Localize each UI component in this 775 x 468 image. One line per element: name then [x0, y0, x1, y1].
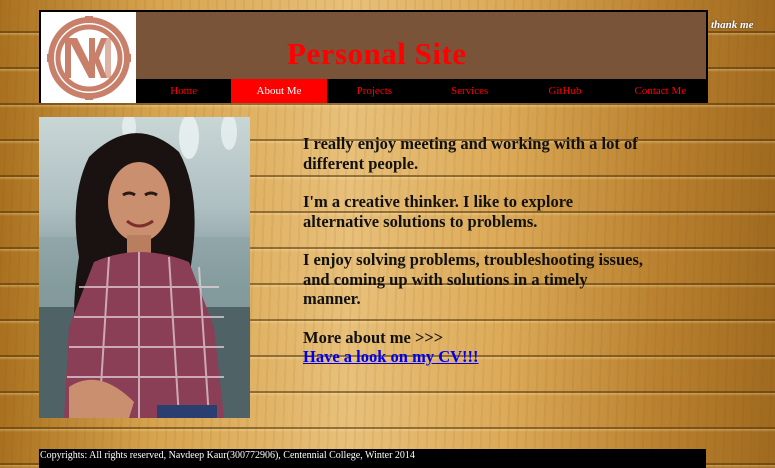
nav-services[interactable]: Services [422, 79, 517, 103]
logo-emblem-icon [46, 15, 131, 100]
about-paragraph-3: I enjoy solving problems, troubleshootin… [303, 250, 643, 308]
footer-copyright: Copyrights: All rights reserved, Navdeep… [39, 449, 706, 468]
nav-home[interactable]: Home [136, 79, 231, 103]
corner-text: thank me [711, 19, 754, 31]
nav-contact-me[interactable]: Contact Me [613, 79, 708, 103]
about-paragraph-2: I'm a creative thinker. I like to explor… [303, 192, 574, 231]
about-paragraph-1: I really enjoy meeting and working with … [303, 134, 638, 173]
cv-link[interactable]: Have a look on my CV!!! [303, 347, 479, 366]
site-title: Personal Site [287, 36, 467, 71]
about-content: I really enjoy meeting and working with … [303, 134, 643, 367]
nav-github[interactable]: GitHub [517, 79, 612, 103]
main-nav: Home About Me Projects Services GitHub C… [136, 79, 708, 103]
profile-photo [39, 117, 250, 418]
site-logo[interactable] [41, 12, 136, 103]
profile-photo-illustration [39, 117, 250, 418]
nav-about-me[interactable]: About Me [231, 79, 327, 103]
more-about-label: More about me >>> [303, 327, 444, 347]
nav-projects[interactable]: Projects [327, 79, 422, 103]
site-header: Personal Site Home About Me Projects Ser… [39, 10, 708, 103]
